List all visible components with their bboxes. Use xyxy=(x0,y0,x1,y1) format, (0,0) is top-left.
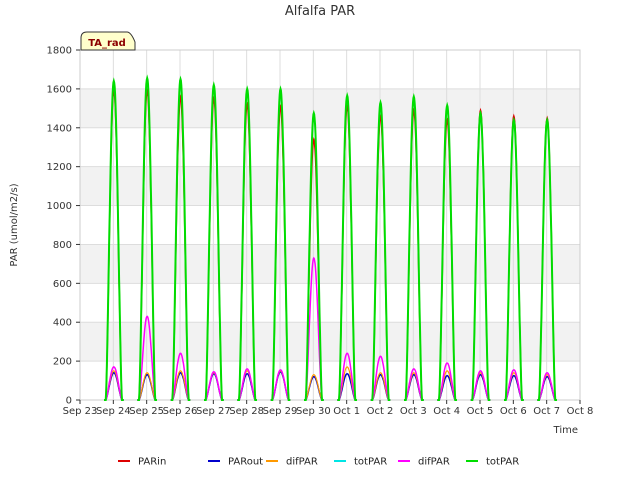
x-tick-label: Sep 25 xyxy=(129,406,164,417)
x-tick-label: Sep 26 xyxy=(163,406,198,417)
legend-label: PARin xyxy=(138,457,166,468)
legend-label: totPAR xyxy=(354,457,387,468)
y-axis-title: PAR (umol/m2/s) xyxy=(9,183,20,266)
chart: Alfalfa PAR 0 200 400 600 800 1000 1200 1400 160… xyxy=(9,4,594,468)
annotation-label: TA_rad xyxy=(88,38,126,49)
x-tick-label: Sep 27 xyxy=(196,406,231,417)
y-tick-label: 1000 xyxy=(47,201,72,212)
x-tick-label: Sep 24 xyxy=(96,406,131,417)
x-tick-label: Oct 5 xyxy=(467,406,494,417)
y-tick-label: 0 xyxy=(66,396,72,407)
x-tick-label: Oct 8 xyxy=(567,406,594,417)
annotation-box: TA_rad xyxy=(80,31,136,51)
y-tick-label: 1600 xyxy=(47,84,72,95)
x-tick-label: Oct 3 xyxy=(400,406,427,417)
legend-label: PARout xyxy=(228,457,263,468)
y-tick-label: 1200 xyxy=(47,162,72,173)
legend: PARin PARout difPAR totPAR difPAR totPAR xyxy=(118,457,519,468)
background-band xyxy=(80,127,580,167)
x-axis-title: Time xyxy=(553,425,578,436)
background-band xyxy=(80,50,580,89)
y-tick-label: 600 xyxy=(53,279,72,290)
x-tick-label: Sep 30 xyxy=(296,406,331,417)
background-band xyxy=(80,88,580,128)
y-tick-label: 200 xyxy=(53,357,72,368)
background-band xyxy=(80,283,580,323)
x-tick-label: Oct 2 xyxy=(367,406,394,417)
x-tick-label: Oct 4 xyxy=(433,406,460,417)
plot-background-bands xyxy=(80,50,580,400)
chart-title: Alfalfa PAR xyxy=(285,4,355,19)
background-band xyxy=(80,166,580,206)
background-band xyxy=(80,205,580,245)
background-band xyxy=(80,322,580,362)
background-band xyxy=(80,244,580,284)
y-tick-label: 1400 xyxy=(47,123,72,134)
y-tick-label: 400 xyxy=(53,318,72,329)
legend-label: difPAR xyxy=(418,457,450,468)
y-tick-label: 800 xyxy=(53,240,72,251)
y-axis-ticks: 0 200 400 600 800 1000 1200 1400 1600 1800 xyxy=(47,46,80,407)
legend-label: difPAR xyxy=(286,457,318,468)
x-tick-label: Sep 29 xyxy=(263,406,298,417)
x-tick-label: Sep 23 xyxy=(63,406,98,417)
x-tick-label: Oct 7 xyxy=(533,406,560,417)
x-tick-label: Oct 1 xyxy=(333,406,360,417)
legend-label: totPAR xyxy=(486,457,519,468)
x-tick-label: Oct 6 xyxy=(500,406,527,417)
y-tick-label: 1800 xyxy=(47,46,72,57)
x-axis-ticks: Sep 23Sep 24Sep 25Sep 26Sep 27Sep 28Sep … xyxy=(63,400,594,417)
x-tick-label: Sep 28 xyxy=(229,406,264,417)
